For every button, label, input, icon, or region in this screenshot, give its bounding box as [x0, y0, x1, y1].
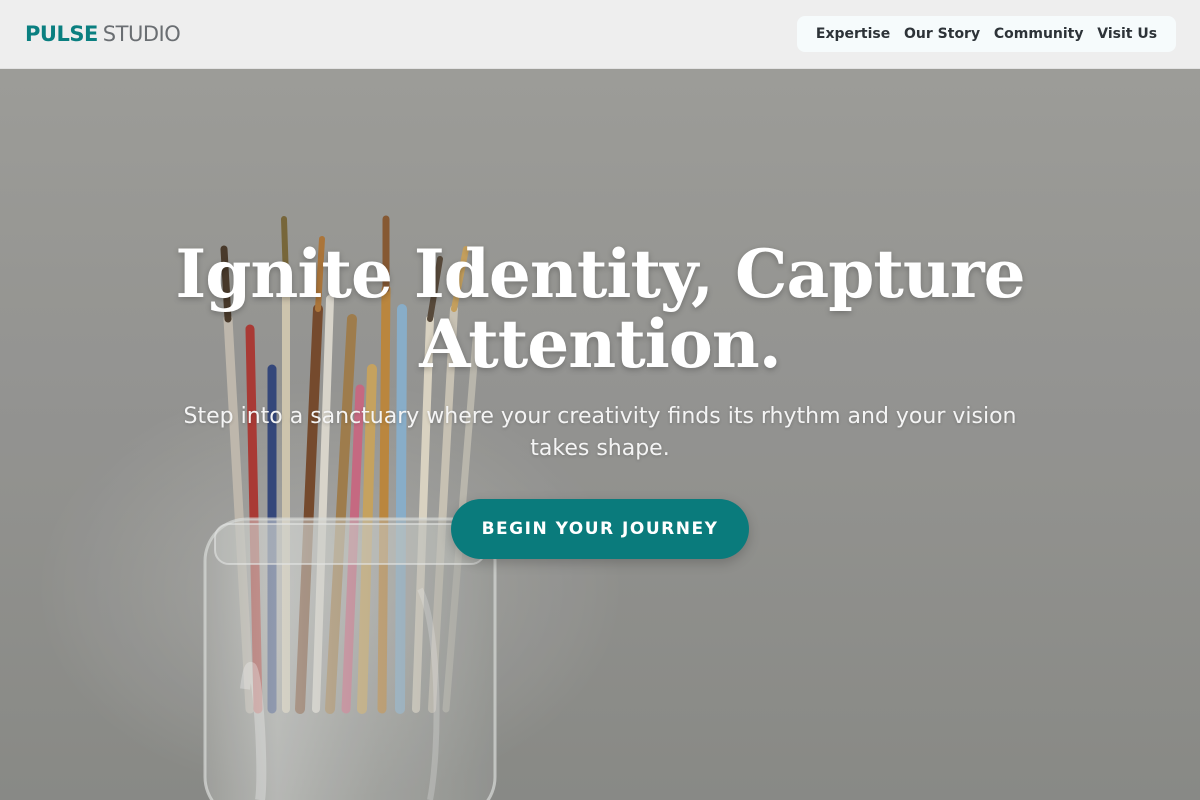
nav-link-community[interactable]: Community	[994, 26, 1084, 42]
logo[interactable]: PULSE STUDIO	[25, 22, 181, 46]
logo-primary: PULSE	[25, 22, 98, 46]
site-header: PULSE STUDIO Expertise Our Story Communi…	[0, 0, 1200, 69]
begin-journey-button[interactable]: BEGIN YOUR JOURNEY	[451, 499, 749, 559]
logo-secondary: STUDIO	[102, 22, 181, 46]
hero-subline: Step into a sanctuary where your creativ…	[183, 404, 1017, 461]
nav-link-our-story[interactable]: Our Story	[904, 26, 980, 42]
nav-link-visit-us[interactable]: Visit Us	[1097, 26, 1157, 42]
main-nav: Expertise Our Story Community Visit Us	[797, 16, 1176, 52]
nav-link-expertise[interactable]: Expertise	[816, 26, 890, 42]
hero-content: Ignite Identity, Capture Attention. Step…	[0, 69, 1200, 800]
hero-headline: Ignite Identity, Capture Attention.	[175, 235, 1025, 383]
